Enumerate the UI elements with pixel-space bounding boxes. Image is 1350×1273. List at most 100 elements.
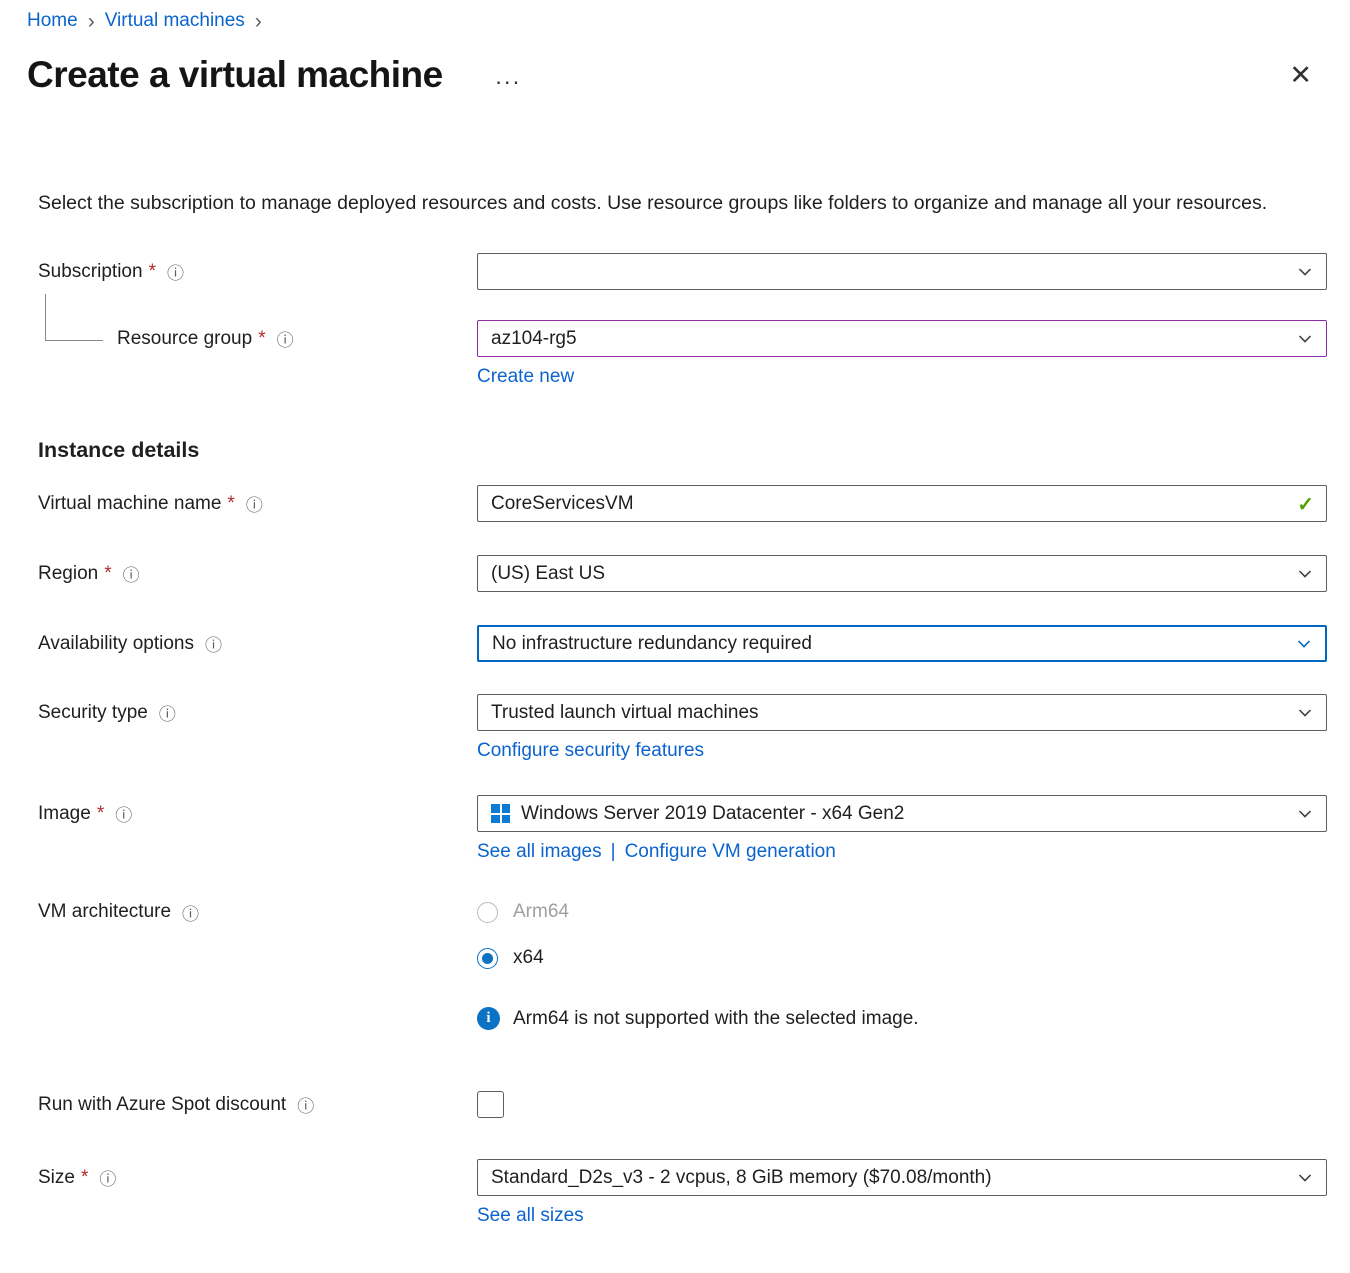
vm-architecture-radio-group: Arm64 x64 — [477, 897, 1327, 973]
availability-options-value: No infrastructure redundancy required — [492, 633, 812, 655]
link-separator: | — [611, 841, 616, 863]
intro-text: Select the subscription to manage deploy… — [38, 188, 1305, 219]
info-icon[interactable]: ⓘ — [244, 491, 263, 516]
size-dropdown[interactable]: Standard_D2s_v3 - 2 vcpus, 8 GiB memory … — [477, 1159, 1327, 1196]
resource-group-label: Resource group — [117, 328, 252, 350]
vm-architecture-row: VM architecture ⓘ Arm64 x64 i Arm64 i — [38, 897, 1350, 1030]
radio-arm64[interactable]: Arm64 — [477, 897, 1327, 927]
azure-spot-label-group: Run with Azure Spot discount ⓘ — [38, 1086, 477, 1123]
region-row: Region * ⓘ (US) East US — [38, 555, 1350, 592]
radio-icon — [477, 948, 498, 969]
subscription-label-group: Subscription * ⓘ — [38, 253, 477, 290]
create-new-link[interactable]: Create new — [477, 366, 574, 388]
azure-spot-row: Run with Azure Spot discount ⓘ — [38, 1086, 1350, 1123]
breadcrumb: Home › Virtual machines › — [0, 0, 1350, 32]
image-value: Windows Server 2019 Datacenter - x64 Gen… — [521, 803, 904, 825]
breadcrumb-virtual-machines-link[interactable]: Virtual machines — [105, 10, 245, 32]
info-icon[interactable]: ⓘ — [275, 326, 294, 351]
availability-options-label-group: Availability options ⓘ — [38, 625, 477, 662]
tree-connector-line — [45, 294, 103, 341]
see-all-images-link[interactable]: See all images — [477, 841, 602, 863]
info-icon[interactable]: ⓘ — [203, 631, 222, 656]
breadcrumb-home-link[interactable]: Home — [27, 10, 78, 32]
info-filled-icon: i — [477, 1007, 500, 1030]
windows-logo-icon — [491, 804, 510, 823]
required-marker: * — [97, 803, 104, 825]
chevron-down-icon — [1297, 331, 1313, 347]
availability-options-dropdown[interactable]: No infrastructure redundancy required — [477, 625, 1327, 662]
info-icon[interactable]: ⓘ — [295, 1092, 314, 1117]
page-title: Create a virtual machine — [27, 54, 443, 96]
vm-architecture-label: VM architecture — [38, 901, 171, 923]
size-label: Size — [38, 1167, 75, 1189]
chevron-down-icon — [1297, 1170, 1313, 1186]
security-type-dropdown[interactable]: Trusted launch virtual machines — [477, 694, 1327, 731]
radio-x64-label: x64 — [513, 947, 544, 969]
configure-vm-generation-link[interactable]: Configure VM generation — [625, 841, 836, 863]
vm-architecture-label-group: VM architecture ⓘ — [38, 897, 477, 927]
vm-name-label-group: Virtual machine name * ⓘ — [38, 485, 477, 522]
required-marker: * — [104, 563, 111, 585]
security-type-label-group: Security type ⓘ — [38, 694, 477, 731]
basics-form: Subscription * ⓘ Resource group * ⓘ — [38, 253, 1350, 1227]
info-icon[interactable]: ⓘ — [180, 900, 199, 925]
resource-group-label-group: Resource group * ⓘ — [38, 320, 477, 357]
instance-details-heading: Instance details — [38, 438, 1350, 463]
subscription-label: Subscription — [38, 261, 143, 283]
required-marker: * — [227, 493, 234, 515]
security-type-label: Security type — [38, 702, 148, 724]
azure-spot-checkbox[interactable] — [477, 1091, 504, 1118]
size-row: Size * ⓘ Standard_D2s_v3 - 2 vcpus, 8 Gi… — [38, 1159, 1350, 1227]
breadcrumb-chevron-icon: › — [88, 10, 95, 32]
radio-x64[interactable]: x64 — [477, 943, 1327, 973]
resource-group-dropdown[interactable]: az104-rg5 — [477, 320, 1327, 357]
radio-arm64-label: Arm64 — [513, 901, 569, 923]
region-label-group: Region * ⓘ — [38, 555, 477, 592]
image-label: Image — [38, 803, 91, 825]
vm-name-label: Virtual machine name — [38, 493, 221, 515]
availability-options-label: Availability options — [38, 633, 194, 655]
close-icon[interactable]: ✕ — [1289, 62, 1312, 89]
arch-info-message: i Arm64 is not supported with the select… — [477, 1007, 1327, 1030]
arch-info-text: Arm64 is not supported with the selected… — [513, 1008, 919, 1030]
see-all-sizes-link[interactable]: See all sizes — [477, 1205, 584, 1227]
region-dropdown[interactable]: (US) East US — [477, 555, 1327, 592]
subscription-row: Subscription * ⓘ — [38, 253, 1350, 290]
resource-group-value: az104-rg5 — [491, 328, 577, 350]
chevron-down-icon — [1297, 264, 1313, 280]
create-vm-page: Home › Virtual machines › Create a virtu… — [0, 0, 1350, 1273]
radio-icon — [477, 902, 498, 923]
security-type-row: Security type ⓘ Trusted launch virtual m… — [38, 694, 1350, 762]
vm-name-row: Virtual machine name * ⓘ ✓ — [38, 485, 1350, 522]
info-icon[interactable]: ⓘ — [97, 1165, 116, 1190]
image-row: Image * ⓘ Windows Server 2019 Datacenter… — [38, 795, 1350, 863]
valid-check-icon: ✓ — [1297, 492, 1314, 517]
resource-group-row: Resource group * ⓘ az104-rg5 Create new — [38, 320, 1350, 388]
more-options-button[interactable]: ··· — [495, 54, 521, 95]
availability-options-row: Availability options ⓘ No infrastructure… — [38, 625, 1350, 662]
chevron-down-icon — [1297, 705, 1313, 721]
required-marker: * — [81, 1167, 88, 1189]
chevron-down-icon — [1297, 806, 1313, 822]
chevron-down-icon — [1297, 566, 1313, 582]
info-icon[interactable]: ⓘ — [121, 561, 140, 586]
security-type-value: Trusted launch virtual machines — [491, 702, 759, 724]
info-icon[interactable]: ⓘ — [157, 700, 176, 725]
info-icon[interactable]: ⓘ — [113, 801, 132, 826]
image-label-group: Image * ⓘ — [38, 795, 477, 832]
configure-security-features-link[interactable]: Configure security features — [477, 740, 704, 762]
breadcrumb-chevron-icon: › — [255, 10, 262, 32]
size-label-group: Size * ⓘ — [38, 1159, 477, 1196]
image-dropdown[interactable]: Windows Server 2019 Datacenter - x64 Gen… — [477, 795, 1327, 832]
required-marker: * — [149, 261, 156, 283]
azure-spot-label: Run with Azure Spot discount — [38, 1094, 286, 1116]
page-header: Create a virtual machine ··· ✕ — [0, 32, 1350, 96]
required-marker: * — [258, 328, 265, 350]
vm-name-input[interactable] — [477, 485, 1327, 522]
subscription-dropdown[interactable] — [477, 253, 1327, 290]
region-value: (US) East US — [491, 563, 605, 585]
info-icon[interactable]: ⓘ — [165, 259, 184, 284]
chevron-down-icon — [1296, 636, 1312, 652]
size-value: Standard_D2s_v3 - 2 vcpus, 8 GiB memory … — [491, 1167, 992, 1189]
region-label: Region — [38, 563, 98, 585]
